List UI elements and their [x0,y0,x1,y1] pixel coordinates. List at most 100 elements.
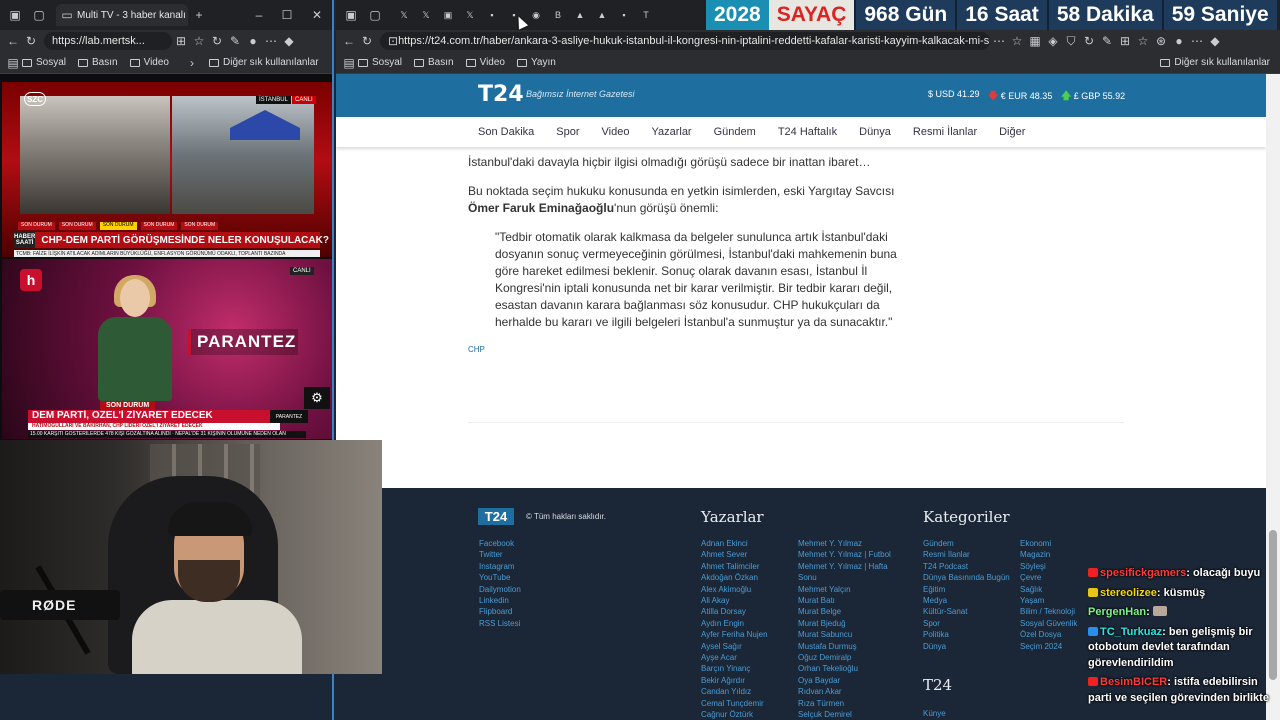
category-link[interactable]: Kültür-Sanat [923,606,1010,617]
category-link[interactable]: Yaşam [1020,595,1077,606]
collections-icon[interactable]: ⊛ [1152,32,1170,50]
category-link[interactable]: Spor [923,618,1010,629]
author-link[interactable]: Mehmet Y. Yılmaz [798,538,891,549]
author-link[interactable]: Rıza Türmen [798,698,891,709]
sync-icon[interactable]: ↻ [1080,32,1098,50]
tv-panel-szc[interactable]: SZC İSTANBUL CANLI SON DURUM SON DURUM S… [2,82,332,257]
article-tag[interactable]: CHP [468,341,898,358]
close-window-icon[interactable]: ✕ [308,6,326,24]
favorites-icon[interactable]: ☆ [1134,32,1152,50]
fav-other[interactable]: Diğer sık kullanılanlar [1160,57,1270,68]
tab-icon[interactable]: T [636,7,656,23]
author-link[interactable]: Mehmet Y. Yılmaz | Hafta [798,561,891,572]
refresh-icon[interactable]: ↻ [358,32,376,50]
nav-video[interactable]: Video [602,126,630,138]
category-link[interactable]: Medya [923,595,1010,606]
author-link[interactable]: Cemal Tunçdemir [701,698,768,709]
extensions-icon[interactable]: ✎ [226,32,244,50]
author-link[interactable]: Ayşe Acar [701,652,768,663]
tab-icon[interactable]: ▣ [438,7,458,23]
favorites-icon[interactable]: ▤ [340,54,358,72]
chevron-right-icon[interactable]: › [183,54,201,72]
social-link[interactable]: Dailymotion [479,584,521,595]
back-icon[interactable]: ← [4,32,22,50]
social-link[interactable]: RSS Listesi [479,618,521,629]
tab-actions-icon[interactable]: ▢ [30,6,48,24]
new-tab-icon[interactable]: + [190,6,208,24]
category-link[interactable]: Sosyal Güvenlik [1020,618,1077,629]
copilot-icon[interactable]: ◆ [1206,32,1224,50]
author-link[interactable]: Candan Yıldız [701,686,768,697]
tab-icon[interactable]: B [548,7,568,23]
nav-dunya[interactable]: Dünya [859,126,891,138]
fav-video[interactable]: Video [129,57,169,68]
nav-resmi-ilanlar[interactable]: Resmi İlanlar [913,126,977,138]
category-link[interactable]: Resmi İlanlar [923,549,1010,560]
author-link[interactable]: Orhan Tekelioğlu [798,663,891,674]
nav-diger[interactable]: Diğer [999,126,1025,138]
author-link[interactable]: Oğuz Demiralp [798,652,891,663]
url-field[interactable]: https://lab.mertsk... [44,32,172,50]
tab-x-icon[interactable]: 𝕏 [460,7,480,23]
profile-avatar[interactable]: ● [1170,32,1188,50]
site-info-icon[interactable]: ⊡ [388,32,398,50]
author-link[interactable]: Aydın Engin [701,618,768,629]
extensions-icon[interactable]: ✎ [1098,32,1116,50]
author-link[interactable]: Ahmet Talimciler [701,561,768,572]
author-link[interactable]: Mehmet Y. Yılmaz | Futbol [798,549,891,560]
back-icon[interactable]: ← [340,32,358,50]
category-link[interactable]: Seçim 2024 [1020,641,1077,652]
author-link[interactable]: Ahmet Sever [701,549,768,560]
category-link[interactable]: Çevre [1020,572,1077,583]
nav-son-dakika[interactable]: Son Dakika [478,126,534,138]
social-link[interactable]: Linkedin [479,595,521,606]
favorite-star-icon[interactable]: ☆ [1008,32,1026,50]
author-link[interactable]: Rıdvan Akar [798,686,891,697]
category-link[interactable]: Özel Dosya [1020,629,1077,640]
fav-sosyal[interactable]: Sosyal [358,57,402,68]
fav-sosyal[interactable]: Sosyal [22,57,66,68]
author-link[interactable]: Atilla Dorsay [701,606,768,617]
split-screen-icon[interactable]: ⊞ [1116,32,1134,50]
tv-panel-halk[interactable]: h CANLI PARANTEZ ⚙ SON DURUM DEM PARTİ, … [2,259,332,439]
tab-icon[interactable]: ▲ [592,7,612,23]
category-link[interactable]: Magazin [1020,549,1077,560]
fav-video[interactable]: Video [465,57,505,68]
footer-link-kunye[interactable]: Künye [923,708,946,719]
author-link[interactable]: Ayfer Feriha Nujen [701,629,768,640]
author-link[interactable]: Murat Batı [798,595,891,606]
fav-yayin[interactable]: Yayın [517,57,556,68]
category-link[interactable]: Bilim / Teknoloji [1020,606,1077,617]
copilot-icon[interactable]: ◆ [280,32,298,50]
category-link[interactable]: Söyleşi [1020,561,1077,572]
category-link[interactable]: Ekonomi [1020,538,1077,549]
author-link[interactable]: Mehmet Yalçın [798,584,891,595]
maximize-icon[interactable]: ☐ [278,6,296,24]
shield-icon[interactable]: ⛉ [1062,32,1080,50]
author-link[interactable]: Ali Akay [701,595,768,606]
reader-icon[interactable]: ⋯ [990,32,1008,50]
fav-other[interactable]: Diğer sık kullanılanlar [209,57,319,68]
social-link[interactable]: Instagram [479,561,521,572]
author-link[interactable]: Mustafa Durmuş [798,641,891,652]
social-link[interactable]: Facebook [479,538,521,549]
nav-yazarlar[interactable]: Yazarlar [651,126,691,138]
author-link[interactable]: Sonu [798,572,891,583]
extension-icon[interactable]: ◈ [1044,32,1062,50]
profile-avatar[interactable]: ● [244,32,262,50]
url-field[interactable]: ⊡ https://t24.com.tr/haber/ankara-3-asli… [380,32,990,50]
fav-basin[interactable]: Basın [414,57,454,68]
author-link[interactable]: Cağnur Öztürk [701,709,768,720]
author-link[interactable]: Selçuk Demirel [798,709,891,720]
tab-icon[interactable]: ◉ [526,7,546,23]
author-link[interactable]: Murat Bjeduğ [798,618,891,629]
workspaces-icon[interactable]: ▣ [342,6,360,24]
category-link[interactable]: Politika [923,629,1010,640]
t24-logo[interactable]: T24 [478,82,524,107]
author-link[interactable]: Oya Baydar [798,675,891,686]
tab-t24-icon[interactable]: ▪ [482,7,502,23]
category-link[interactable]: Sağlık [1020,584,1077,595]
social-link[interactable]: Flipboard [479,606,521,617]
refresh-icon[interactable]: ↻ [22,32,40,50]
tab-x-icon[interactable]: 𝕏 [416,7,436,23]
